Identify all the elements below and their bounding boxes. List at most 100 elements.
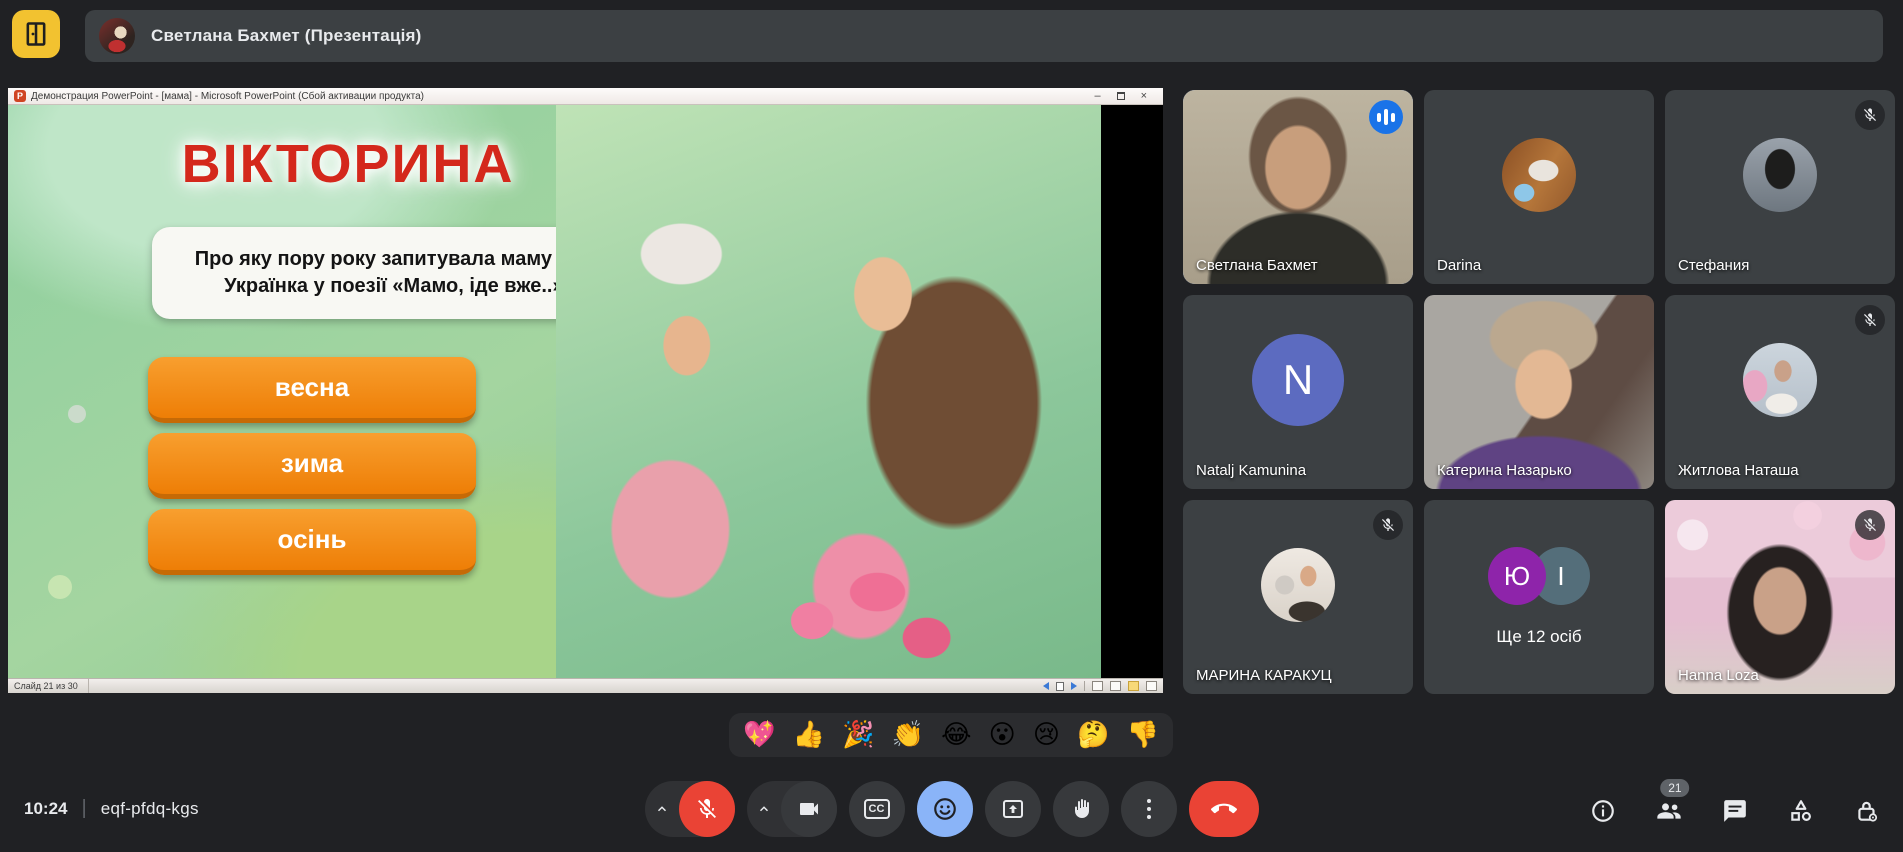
smiley-icon <box>932 796 958 822</box>
more-options-icon <box>1147 799 1151 819</box>
next-slide-button[interactable] <box>1071 682 1077 690</box>
more-options-button[interactable] <box>1121 781 1177 837</box>
reaction-laugh[interactable]: 😂 <box>941 722 971 748</box>
participant-grid: Светлана Бахмет Darina Стефания N Natalj… <box>1183 90 1895 694</box>
ppt-window-title: Демонстрация PowerPoint - [мама] - Micro… <box>31 91 424 102</box>
reactions-button[interactable] <box>917 781 973 837</box>
reaction-cry[interactable]: 😢 <box>1033 722 1060 748</box>
present-screen-button[interactable] <box>985 781 1041 837</box>
speaking-audio-indicator-icon <box>1369 100 1403 134</box>
slide-photo-mother-daughter <box>556 105 1101 678</box>
answer-button-osin[interactable]: осінь <box>148 509 476 575</box>
clock-time: 10:24 <box>24 799 67 819</box>
top-bar: Светлана Бахмет (Презентація) <box>0 0 1903 70</box>
close-button[interactable]: × <box>1141 91 1147 102</box>
ppt-statusbar: Слайд 21 из 30 <box>8 678 1163 693</box>
normal-view-button[interactable] <box>1092 681 1103 691</box>
reaction-party[interactable]: 🎉 <box>842 722 874 748</box>
captions-button[interactable]: CC <box>849 781 905 837</box>
door-icon <box>22 20 50 48</box>
participants-count-badge: 21 <box>1660 779 1689 797</box>
activities-button[interactable] <box>1787 797 1815 825</box>
presenter-avatar <box>99 18 135 54</box>
reading-view-button[interactable] <box>1146 681 1157 691</box>
decor-dot <box>48 575 72 599</box>
decor-dot <box>68 405 86 423</box>
tile-natalj-kamunina[interactable]: N Natalj Kamunina <box>1183 295 1413 489</box>
activities-icon <box>1788 798 1814 824</box>
reaction-thumbs-up[interactable]: 👍 <box>793 722 825 748</box>
participant-name: Катерина Назарько <box>1437 462 1572 479</box>
reaction-surprised[interactable]: 😮 <box>989 722 1016 748</box>
tile-hanna-loza[interactable]: Hanna Loza <box>1665 500 1895 694</box>
camera-button[interactable] <box>781 781 837 837</box>
reaction-clap[interactable]: 👏 <box>892 722 924 748</box>
info-icon <box>1590 798 1616 824</box>
avatar <box>1261 548 1335 622</box>
meet-app-icon[interactable] <box>12 10 60 58</box>
raise-hand-button[interactable] <box>1053 781 1109 837</box>
participant-name: Natalj Kamunina <box>1196 462 1306 479</box>
tile-stefania[interactable]: Стефания <box>1665 90 1895 284</box>
avatar <box>1743 138 1817 212</box>
mic-control-group <box>645 781 735 837</box>
google-meet-window: Светлана Бахмет (Презентація) P Демонстр… <box>0 0 1903 852</box>
initial-avatar: N <box>1252 334 1344 426</box>
participant-name: Житлова Наташа <box>1678 462 1799 479</box>
ppt-titlebar: P Демонстрация PowerPoint - [мама] - Mic… <box>8 88 1163 105</box>
minimize-button[interactable]: – <box>1094 91 1100 102</box>
restore-button[interactable] <box>1117 92 1125 100</box>
tile-svetlana-bakhmet[interactable]: Светлана Бахмет <box>1183 90 1413 284</box>
reaction-thumbs-down[interactable]: 👎 <box>1127 722 1159 748</box>
participant-name: Hanna Loza <box>1678 667 1759 684</box>
presentation-title: Светлана Бахмет (Презентація) <box>151 26 422 46</box>
avatar <box>1502 138 1576 212</box>
mic-muted-icon <box>1373 510 1403 540</box>
participant-name: Стефания <box>1678 257 1749 274</box>
slide-letterbox <box>1101 105 1163 678</box>
powerpoint-icon: P <box>14 90 26 102</box>
host-controls-button[interactable] <box>1853 797 1881 825</box>
mic-options-chevron[interactable] <box>645 781 679 837</box>
participant-name: Darina <box>1437 257 1481 274</box>
reaction-heart[interactable]: 💖 <box>743 722 775 748</box>
participants-button[interactable]: 21 <box>1655 797 1683 825</box>
call-end-icon <box>1211 796 1237 822</box>
lock-icon <box>1854 798 1880 824</box>
mic-muted-icon <box>1855 100 1885 130</box>
tile-darina[interactable]: Darina <box>1424 90 1654 284</box>
slide-menu-button[interactable] <box>1056 682 1064 691</box>
slide-title: ВІКТОРИНА <box>168 133 528 195</box>
reactions-bar: 💖 👍 🎉 👏 😂 😮 😢 🤔 👎 <box>729 713 1173 757</box>
meeting-details-button[interactable] <box>1589 797 1617 825</box>
meeting-code: eqf-pfdq-kgs <box>101 799 199 819</box>
chat-button[interactable] <box>1721 797 1749 825</box>
avatar <box>1743 343 1817 417</box>
previous-slide-button[interactable] <box>1043 682 1049 690</box>
end-call-button[interactable] <box>1189 781 1259 837</box>
tile-maryna-karakuts[interactable]: МАРИНА КАРАКУЦ <box>1183 500 1413 694</box>
hand-icon <box>1069 797 1093 821</box>
pinned-presentation-banner[interactable]: Светлана Бахмет (Презентація) <box>85 10 1883 62</box>
meeting-panels: 21 <box>1589 797 1881 825</box>
mic-muted-icon <box>1855 510 1885 540</box>
tile-zhytlova-natasha[interactable]: Житлова Наташа <box>1665 295 1895 489</box>
meta-divider: | <box>81 797 86 820</box>
camera-options-chevron[interactable] <box>747 781 781 837</box>
slideshow-view-button[interactable] <box>1128 681 1139 691</box>
tile-more-participants[interactable]: Ю І Ще 12 осіб <box>1424 500 1654 694</box>
shared-screen-powerpoint: P Демонстрация PowerPoint - [мама] - Mic… <box>8 88 1163 693</box>
meeting-meta: 10:24 | eqf-pfdq-kgs <box>24 797 199 820</box>
bottom-bar: 10:24 | eqf-pfdq-kgs <box>0 767 1903 852</box>
slide-sorter-view-button[interactable] <box>1110 681 1121 691</box>
chat-icon <box>1722 798 1748 824</box>
mic-mute-button[interactable] <box>679 781 735 837</box>
tile-kateryna-nazarko[interactable]: Катерина Назарько <box>1424 295 1654 489</box>
overflow-initial-1: Ю <box>1488 547 1546 605</box>
mic-muted-icon <box>1855 305 1885 335</box>
answer-button-zyma[interactable]: зима <box>148 433 476 499</box>
answer-button-vesna[interactable]: весна <box>148 357 476 423</box>
ppt-slide: ВІКТОРИНА Про яку пору року запитувала м… <box>8 105 1163 678</box>
more-participants-label: Ще 12 осіб <box>1496 627 1581 647</box>
reaction-thinking[interactable]: 🤔 <box>1077 722 1109 748</box>
